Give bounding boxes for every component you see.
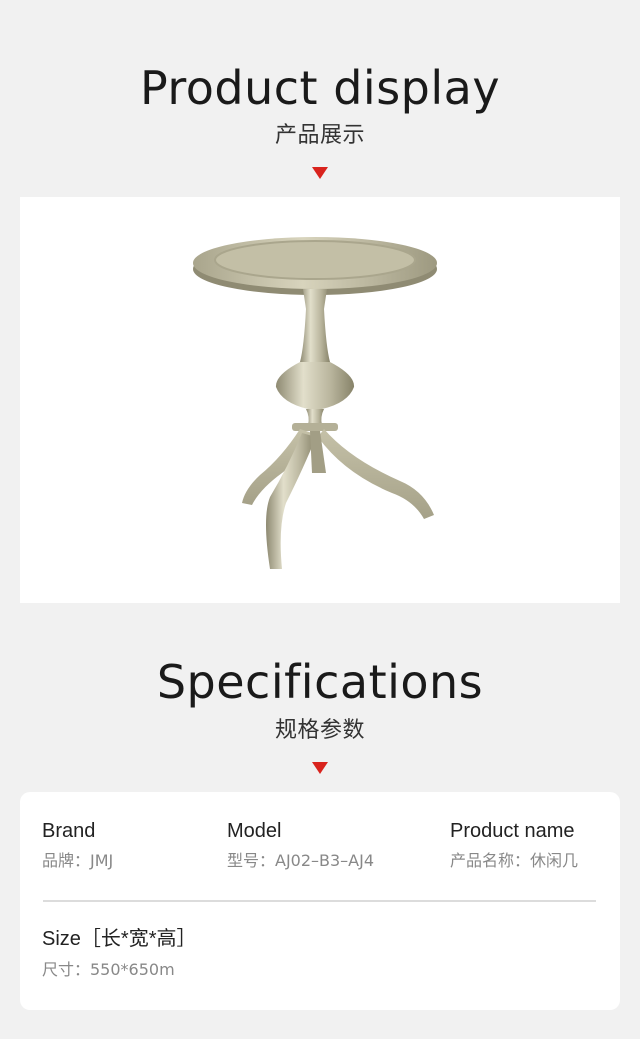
side-table-illustration: [193, 237, 437, 569]
down-triangle-icon: [312, 762, 328, 774]
down-triangle-icon: [312, 167, 328, 179]
brand-value: 品牌：JMJ: [42, 851, 114, 870]
specifications-subtitle: 规格参数: [274, 718, 365, 743]
product-display-subtitle: 产品展示: [274, 123, 365, 148]
model-label: Model: [227, 820, 282, 842]
model-value: 型号：AJ02–B3–AJ4: [227, 851, 375, 870]
brand-label: Brand: [42, 820, 96, 842]
divider: [43, 900, 596, 902]
size-label: Size［长*宽*高］: [42, 928, 197, 950]
specifications-title: Specifications: [156, 655, 484, 709]
product-name-value: 产品名称：休闲几: [450, 851, 579, 870]
product-name-label: Product name: [450, 820, 575, 842]
spec-card: Brand 品牌：JMJ Model 型号：AJ02–B3–AJ4 Produc…: [20, 792, 620, 1010]
product-display-title: Product display: [139, 61, 501, 115]
size-value: 尺寸：550*650m: [42, 960, 175, 979]
product-photo: [20, 197, 620, 603]
